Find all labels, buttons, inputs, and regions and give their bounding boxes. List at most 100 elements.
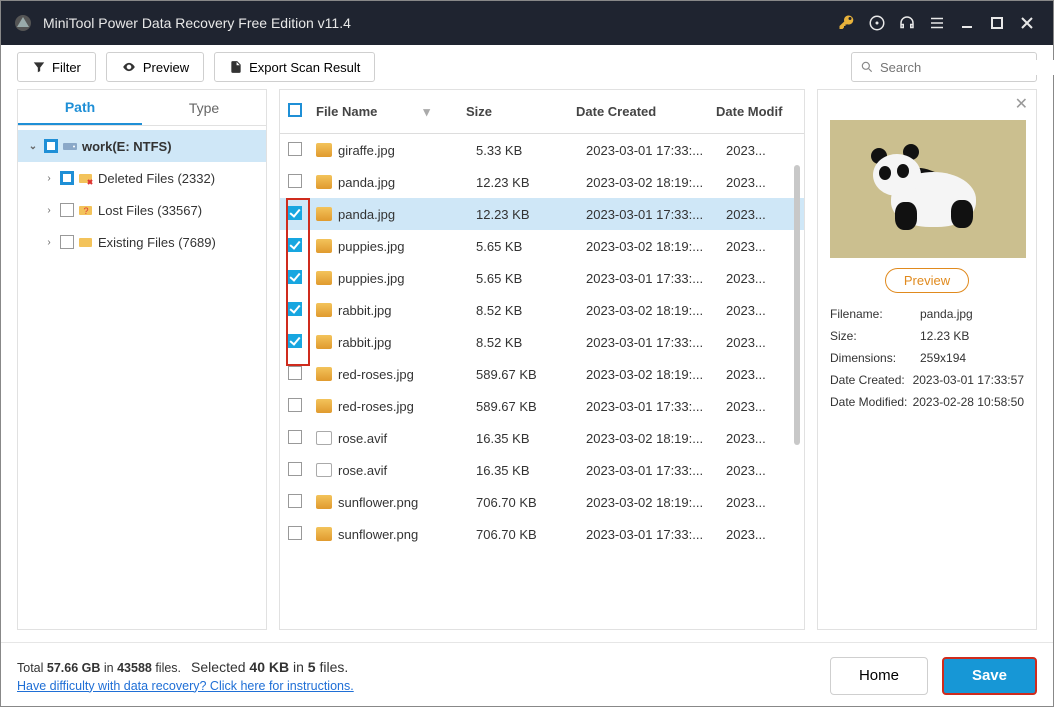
file-icon (316, 207, 332, 221)
deleted-folder-icon (78, 170, 94, 186)
table-row[interactable]: panda.jpg12.23 KB2023-03-01 17:33:...202… (280, 198, 804, 230)
preview-open-button[interactable]: Preview (885, 268, 969, 293)
file-date-modified: 2023... (726, 399, 796, 414)
meta-value: 259x194 (920, 351, 1024, 365)
meta-value: 12.23 KB (920, 329, 1024, 343)
chevron-right-icon[interactable]: › (42, 205, 56, 216)
row-checkbox[interactable] (288, 238, 302, 252)
sort-indicator-icon: ▾ (423, 104, 430, 120)
help-link[interactable]: Have difficulty with data recovery? Clic… (17, 679, 354, 693)
drive-icon (62, 138, 78, 154)
row-checkbox[interactable] (288, 334, 302, 348)
table-row[interactable]: panda.jpg12.23 KB2023-03-02 18:19:...202… (280, 166, 804, 198)
file-date-modified: 2023... (726, 463, 796, 478)
file-icon (316, 143, 332, 157)
export-icon (229, 60, 243, 74)
file-date-created: 2023-03-01 17:33:... (586, 207, 726, 222)
row-checkbox[interactable] (288, 302, 302, 316)
row-checkbox[interactable] (288, 142, 302, 156)
col-filename[interactable]: File Name▾ (316, 104, 466, 120)
preview-meta: Filename:panda.jpg Size:12.23 KB Dimensi… (830, 307, 1024, 417)
file-size: 12.23 KB (476, 175, 586, 190)
table-row[interactable]: sunflower.png706.70 KB2023-03-02 18:19:.… (280, 486, 804, 518)
file-icon (316, 367, 332, 381)
checkbox[interactable] (60, 235, 74, 249)
preview-button[interactable]: Preview (106, 52, 204, 82)
filter-label: Filter (52, 60, 81, 75)
chevron-right-icon[interactable]: › (42, 173, 56, 184)
table-row[interactable]: red-roses.jpg589.67 KB2023-03-02 18:19:.… (280, 358, 804, 390)
footer: Total 57.66 GB in 43588 files. Selected … (1, 642, 1053, 708)
table-row[interactable]: puppies.jpg5.65 KB2023-03-02 18:19:...20… (280, 230, 804, 262)
table-row[interactable]: rabbit.jpg8.52 KB2023-03-02 18:19:...202… (280, 294, 804, 326)
filter-button[interactable]: Filter (17, 52, 96, 82)
file-name: giraffe.jpg (338, 143, 395, 158)
tab-path[interactable]: Path (18, 90, 142, 125)
maximize-icon[interactable] (983, 9, 1011, 37)
export-label: Export Scan Result (249, 60, 360, 75)
col-date-created[interactable]: Date Created (576, 104, 716, 119)
headset-icon[interactable] (893, 9, 921, 37)
meta-key: Dimensions: (830, 351, 920, 365)
row-checkbox[interactable] (288, 462, 302, 476)
table-row[interactable]: rose.avif16.35 KB2023-03-02 18:19:...202… (280, 422, 804, 454)
col-size[interactable]: Size (466, 104, 576, 119)
file-icon (316, 527, 332, 541)
svg-text:?: ? (83, 206, 88, 216)
row-checkbox[interactable] (288, 174, 302, 188)
tree-item-lost[interactable]: › ? Lost Files (33567) (18, 194, 266, 226)
checkbox[interactable] (60, 203, 74, 217)
disc-icon[interactable] (863, 9, 891, 37)
close-icon[interactable] (1013, 9, 1041, 37)
lost-folder-icon: ? (78, 202, 94, 218)
tree-item-label: Deleted Files (2332) (98, 171, 215, 186)
select-all-checkbox[interactable] (288, 103, 302, 117)
table-row[interactable]: puppies.jpg5.65 KB2023-03-01 17:33:...20… (280, 262, 804, 294)
chevron-right-icon[interactable]: › (42, 237, 56, 248)
file-name: sunflower.png (338, 527, 418, 542)
row-checkbox[interactable] (288, 430, 302, 444)
search-field[interactable] (880, 60, 1054, 75)
app-logo-icon (13, 13, 33, 33)
menu-icon[interactable] (923, 9, 951, 37)
checkbox-partial[interactable] (60, 171, 74, 185)
file-size: 16.35 KB (476, 463, 586, 478)
save-button[interactable]: Save (942, 657, 1037, 695)
table-row[interactable]: red-roses.jpg589.67 KB2023-03-01 17:33:.… (280, 390, 804, 422)
col-date-modified[interactable]: Date Modif (716, 104, 796, 119)
file-date-modified: 2023... (726, 431, 796, 446)
row-checkbox[interactable] (288, 270, 302, 284)
folder-icon (78, 234, 94, 250)
file-date-modified: 2023... (726, 367, 796, 382)
chevron-down-icon[interactable]: ⌄ (26, 141, 40, 152)
table-row[interactable]: rabbit.jpg8.52 KB2023-03-01 17:33:...202… (280, 326, 804, 358)
tree-item-existing[interactable]: › Existing Files (7689) (18, 226, 266, 258)
row-checkbox[interactable] (288, 366, 302, 380)
row-checkbox[interactable] (288, 206, 302, 220)
file-size: 706.70 KB (476, 527, 586, 542)
search-input[interactable] (851, 52, 1037, 82)
file-icon (316, 399, 332, 413)
tab-type[interactable]: Type (142, 90, 266, 125)
table-row[interactable]: rose.avif16.35 KB2023-03-01 17:33:...202… (280, 454, 804, 486)
row-checkbox[interactable] (288, 526, 302, 540)
minimize-icon[interactable] (953, 9, 981, 37)
file-date-modified: 2023... (726, 303, 796, 318)
table-row[interactable]: giraffe.jpg5.33 KB2023-03-01 17:33:...20… (280, 134, 804, 166)
tree-root[interactable]: ⌄ work(E: NTFS) (18, 130, 266, 162)
close-preview-icon[interactable]: ✕ (1015, 94, 1028, 114)
key-icon[interactable] (833, 9, 861, 37)
export-button[interactable]: Export Scan Result (214, 52, 375, 82)
file-name: red-roses.jpg (338, 367, 414, 382)
home-button[interactable]: Home (830, 657, 928, 695)
checkbox-partial[interactable] (44, 139, 58, 153)
file-date-created: 2023-03-01 17:33:... (586, 463, 726, 478)
row-checkbox[interactable] (288, 398, 302, 412)
table-row[interactable]: sunflower.png706.70 KB2023-03-01 17:33:.… (280, 518, 804, 550)
file-name: red-roses.jpg (338, 399, 414, 414)
file-date-created: 2023-03-01 17:33:... (586, 399, 726, 414)
tree-item-deleted[interactable]: › Deleted Files (2332) (18, 162, 266, 194)
row-checkbox[interactable] (288, 494, 302, 508)
meta-value: 2023-02-28 10:58:50 (913, 395, 1024, 409)
scrollbar-thumb[interactable] (794, 165, 800, 445)
